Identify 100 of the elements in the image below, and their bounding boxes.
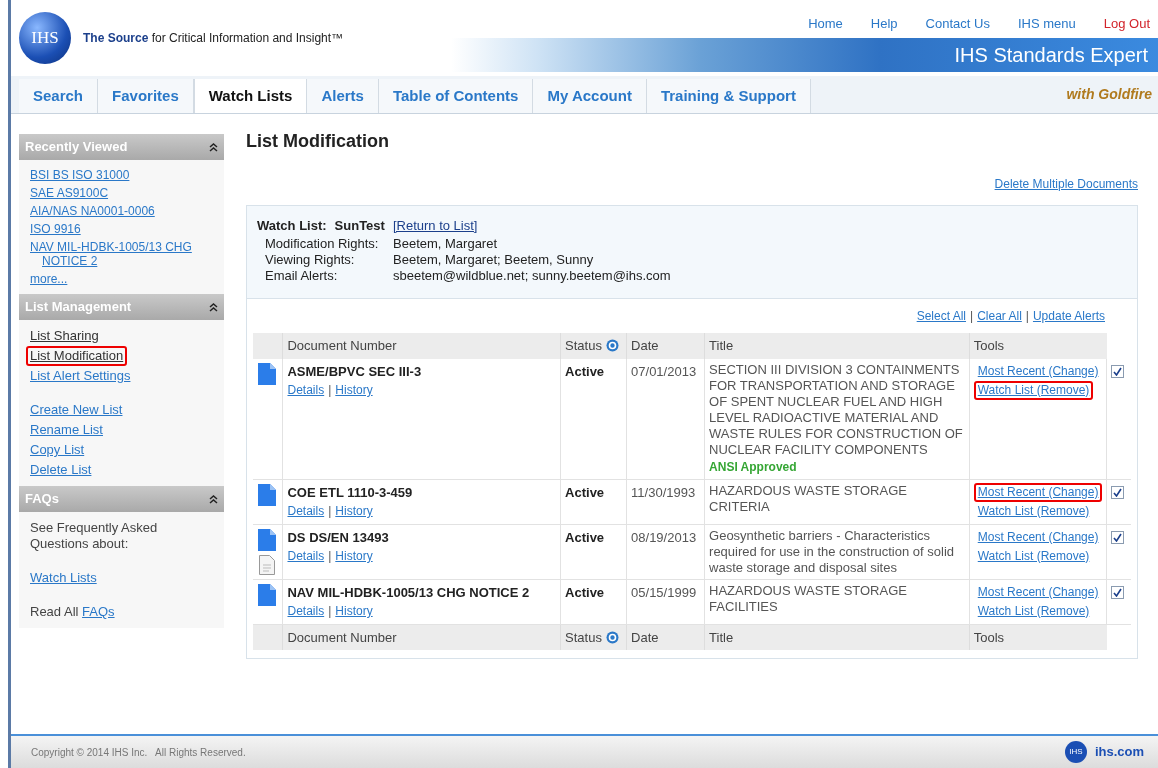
tab[interactable]: Search — [19, 79, 99, 113]
sidebar-link[interactable]: Watch Lists — [26, 568, 101, 588]
table-cell: 08/19/2013 — [626, 524, 705, 579]
file-icon — [259, 554, 275, 575]
collapse-icon[interactable] — [209, 494, 218, 504]
check-icon — [1113, 487, 1123, 497]
sidebar-link[interactable]: SAE AS9100C — [26, 184, 113, 202]
action-link[interactable]: Clear All — [977, 306, 1022, 325]
checkbox[interactable] — [1111, 364, 1125, 378]
tool-link[interactable]: Most Recent (Change) — [973, 361, 1103, 381]
delete-multiple-link[interactable]: Delete Multiple Documents — [994, 175, 1138, 193]
page-title: List Modification — [246, 130, 390, 153]
footer-logo: IHS — [1064, 741, 1087, 763]
faqs-link[interactable]: FAQs — [82, 604, 115, 619]
table-cell: Active — [560, 579, 627, 624]
tab[interactable]: Training & Support — [646, 79, 811, 113]
tool-link[interactable]: Watch List (Remove) — [973, 601, 1094, 621]
check-icon — [1113, 366, 1123, 376]
action-link[interactable]: Update Alerts — [1032, 306, 1105, 325]
field-label: Viewing Rights: — [265, 251, 356, 268]
watch-list-label: Watch List: — [257, 217, 327, 235]
separator: | — [328, 548, 332, 565]
document-number: ASME/BPVC SEC III-3 — [287, 362, 423, 381]
return-link[interactable]: [Return to List] — [392, 216, 478, 236]
tool-link[interactable]: Watch List (Remove) — [973, 380, 1094, 400]
tab[interactable]: Watch Lists — [193, 79, 308, 113]
table-cell: 11/30/1993 — [626, 479, 705, 524]
help-icon[interactable] — [605, 630, 619, 644]
sidebar-link[interactable]: Copy List — [26, 440, 89, 460]
sidebar-text: Read All — [30, 604, 79, 619]
document-title: HAZARDOUS WASTE STORAGE CRITERIA — [709, 482, 908, 515]
document-link[interactable]: History — [335, 602, 373, 620]
field-value: Beetem, Margaret; Beetem, Sunny — [393, 251, 594, 268]
field-value: Beetem, Margaret — [393, 235, 498, 252]
collapse-icon[interactable] — [209, 302, 218, 312]
header-link[interactable]: IHS menu — [1017, 14, 1076, 38]
edition-label: with Goldfire — [1066, 85, 1152, 104]
document-link[interactable]: Details — [287, 547, 325, 565]
tab[interactable]: Favorites — [98, 79, 194, 113]
document-link[interactable]: History — [335, 502, 373, 520]
tool-link[interactable]: Most Recent (Change) — [973, 582, 1103, 602]
header-link[interactable]: Contact Us — [925, 14, 990, 38]
column-header: Tools — [969, 332, 1107, 359]
column-header: Status — [560, 624, 627, 650]
tab[interactable]: Table of Contents — [378, 79, 534, 113]
sidebar-link[interactable]: more... — [26, 270, 72, 288]
logo[interactable]: IHS — [19, 12, 71, 64]
tool-link[interactable]: Most Recent (Change) — [973, 482, 1103, 502]
sidebar-link[interactable]: NAV MIL-HDBK-1005/13 CHG NOTICE 2 — [26, 238, 217, 270]
sidebar-link[interactable]: Rename List — [26, 420, 107, 440]
sidebar-link[interactable]: List Alert Settings — [26, 366, 135, 386]
sidebar-link[interactable]: Create New List — [26, 400, 127, 420]
sidebar-link[interactable]: AIA/NAS NA0001-0006 — [26, 202, 159, 220]
document-link[interactable]: Details — [287, 502, 325, 520]
separator: | — [1025, 307, 1029, 325]
document-number: DS DS/EN 13493 — [287, 528, 390, 547]
help-icon[interactable] — [605, 339, 619, 352]
check-icon — [1113, 532, 1123, 542]
tab[interactable]: Alerts — [307, 79, 379, 113]
column-header: Status — [560, 332, 627, 359]
document-icon — [258, 483, 276, 506]
header-blank-cell — [253, 332, 283, 359]
document-link[interactable]: History — [335, 381, 373, 399]
document-icon — [258, 583, 276, 606]
column-header: Title — [704, 624, 970, 650]
checkbox[interactable] — [1111, 585, 1125, 599]
column-header: Document Number — [283, 332, 561, 359]
product-name: IHS Standards Expert — [954, 43, 1148, 68]
action-link[interactable]: Select All — [916, 306, 966, 325]
checkbox[interactable] — [1111, 485, 1125, 499]
document-link[interactable]: Details — [287, 381, 325, 399]
document-link[interactable]: History — [335, 547, 373, 565]
tool-link[interactable]: Most Recent (Change) — [973, 527, 1103, 547]
field-label: Modification Rights: — [265, 235, 380, 252]
sidebar-link[interactable]: ISO 9916 — [26, 220, 85, 238]
tab[interactable]: My Account — [533, 79, 647, 113]
table-cell: 05/15/1999 — [626, 579, 705, 624]
column-header: Title — [704, 332, 970, 359]
sidebar-link[interactable]: List Sharing — [26, 326, 103, 346]
tagline: The Source for Critical Information and Insight™ — [83, 30, 344, 47]
tool-link[interactable]: Watch List (Remove) — [973, 546, 1094, 566]
header-link[interactable]: Log Out — [1103, 14, 1150, 38]
collapse-icon[interactable] — [209, 142, 218, 152]
site-link[interactable]: ihs.com — [1094, 742, 1144, 762]
document-number: COE ETL 1110-3-459 — [287, 483, 414, 502]
check-icon — [1113, 587, 1123, 597]
header-link[interactable]: Help — [870, 14, 898, 38]
sidebar-link[interactable]: Delete List — [26, 460, 96, 480]
column-header: Document Number — [283, 624, 561, 650]
sidebar-text: See Frequently Asked Questions about: — [30, 520, 158, 551]
separator: | — [328, 603, 332, 620]
header-link[interactable]: Home — [808, 14, 843, 38]
sidebar-link[interactable]: BSI BS ISO 31000 — [26, 166, 134, 184]
table-cell: 07/01/2013 — [626, 358, 705, 479]
watch-list-name: SunTest — [334, 217, 385, 235]
tool-link[interactable]: Watch List (Remove) — [973, 501, 1094, 521]
column-header: Date — [626, 332, 705, 359]
sidebar-link[interactable]: List Modification — [26, 346, 128, 366]
checkbox[interactable] — [1111, 530, 1125, 544]
document-link[interactable]: Details — [287, 602, 325, 620]
